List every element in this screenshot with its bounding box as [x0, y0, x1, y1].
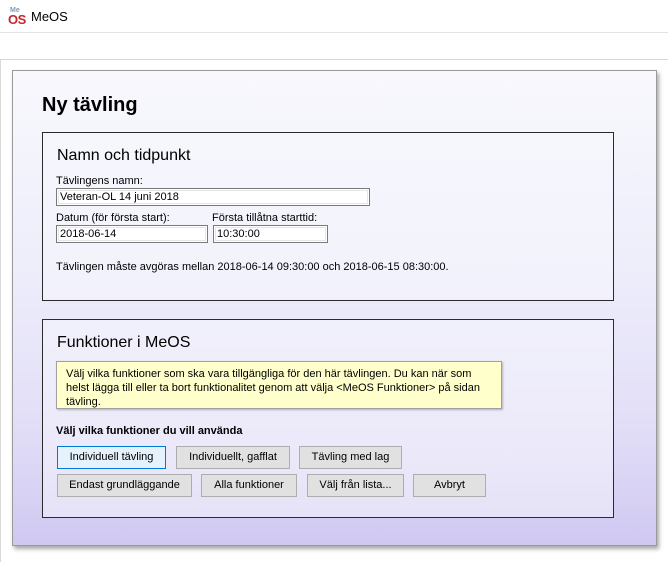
- window-title: MeOS: [31, 9, 68, 24]
- start-time-label: Första tillåtna starttid:: [212, 212, 318, 224]
- start-time-input[interactable]: 10:30:00: [213, 225, 328, 243]
- menu-bar: [0, 33, 668, 60]
- date-input[interactable]: 2018-06-14: [56, 225, 208, 243]
- individual-competition-button[interactable]: Individuell tävling: [57, 446, 166, 469]
- page-title: Ny tävling: [42, 94, 138, 116]
- basic-functions-button[interactable]: Endast grundläggande: [57, 474, 192, 497]
- competition-name-label: Tävlingens namn:: [56, 175, 143, 187]
- functions-group: Funktioner i MeOS Välj vilka funktioner …: [42, 319, 614, 518]
- competition-name-input[interactable]: Veteran-OL 14 juni 2018: [56, 188, 370, 206]
- choose-functions-label: Välj vilka funktioner du vill använda: [56, 425, 243, 437]
- functions-info-box: Välj vilka funktioner som ska vara tillg…: [56, 361, 502, 409]
- name-and-time-title: Namn och tidpunkt: [57, 147, 191, 164]
- individual-forked-button[interactable]: Individuellt, gafflat: [176, 446, 290, 469]
- name-and-time-group: Namn och tidpunkt Tävlingens namn: Veter…: [42, 132, 614, 301]
- team-competition-button[interactable]: Tävling med lag: [299, 446, 402, 469]
- cancel-button[interactable]: Avbryt: [413, 474, 486, 497]
- new-competition-panel: Ny tävling Namn och tidpunkt Tävlingens …: [12, 70, 657, 546]
- date-label: Datum (för första start):: [56, 212, 170, 224]
- time-span-text: Tävlingen måste avgöras mellan 2018-06-1…: [56, 261, 449, 273]
- functions-title: Funktioner i MeOS: [57, 334, 191, 351]
- meos-logo-icon: Me OS: [8, 7, 26, 27]
- logo-bottom-text: OS: [8, 12, 26, 27]
- all-functions-button[interactable]: Alla funktioner: [201, 474, 297, 497]
- choose-from-list-button[interactable]: Välj från lista...: [307, 474, 404, 497]
- title-bar: Me OS MeOS: [0, 0, 668, 33]
- main-content: Ny tävling Namn och tidpunkt Tävlingens …: [0, 60, 668, 562]
